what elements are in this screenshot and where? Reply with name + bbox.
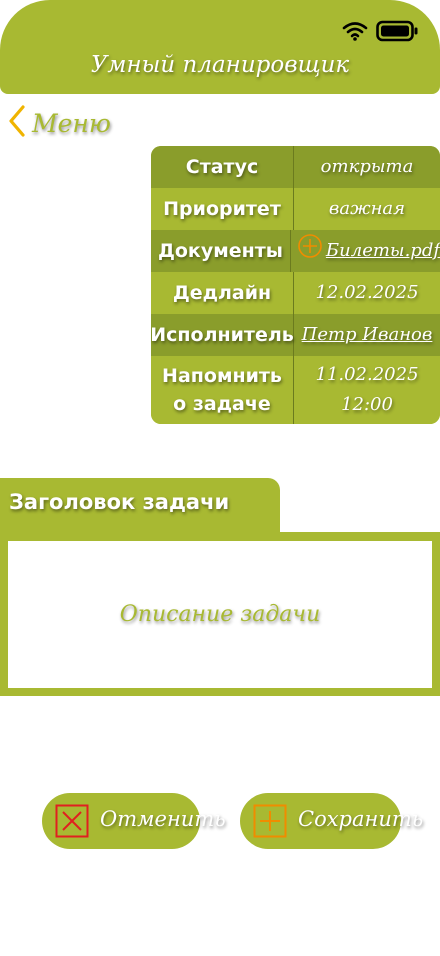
detail-label: Дедлайн — [151, 272, 294, 314]
assignee-link[interactable]: Петр Иванов — [294, 314, 440, 356]
add-document-icon[interactable] — [297, 233, 323, 269]
detail-row-status: Статус открыта — [151, 146, 440, 188]
detail-row-assignee: Исполнитель Петр Иванов — [151, 314, 440, 356]
detail-label: Исполнитель — [151, 314, 294, 356]
detail-label: Документы — [151, 230, 291, 272]
task-description-field[interactable]: Описание задачи — [8, 541, 432, 688]
detail-label: Статус — [151, 146, 294, 188]
reminder-time: 12:00 — [341, 394, 393, 415]
task-description: Описание задачи — [119, 602, 321, 627]
close-icon — [55, 804, 89, 838]
detail-row-deadline: Дедлайн 12.02.2025 — [151, 272, 440, 314]
back-to-menu-link[interactable]: Меню — [6, 104, 111, 142]
detail-row-reminder: Напомнить о задаче 11.02.2025 12:00 — [151, 356, 440, 424]
status-bar — [342, 20, 418, 46]
detail-label: о задаче — [173, 393, 271, 415]
app-title: Умный планировщик — [90, 52, 350, 78]
battery-icon — [376, 20, 418, 46]
task-title[interactable]: Заголовок задачи — [9, 490, 229, 514]
plus-icon — [253, 804, 287, 838]
document-link[interactable]: Билеты.pdf — [326, 236, 440, 266]
save-button[interactable]: Сохранить — [240, 793, 423, 849]
save-label: Сохранить — [298, 807, 424, 831]
cancel-button[interactable]: Отменить — [42, 793, 226, 849]
reminder-date: 11.02.2025 — [315, 364, 419, 385]
app-header: Умный планировщик — [0, 0, 440, 94]
chevron-left-icon — [6, 104, 28, 142]
status-value[interactable]: открыта — [294, 146, 440, 188]
detail-label: Напомнить — [162, 365, 282, 387]
detail-row-priority: Приоритет важная — [151, 188, 440, 230]
detail-row-documents: Документы Билеты.pdf — [151, 230, 440, 272]
task-title-tab: Заголовок задачи — [0, 478, 280, 536]
cancel-label: Отменить — [100, 807, 226, 831]
task-details-table: Статус открыта Приоритет важная Документ… — [151, 146, 440, 424]
back-label: Меню — [32, 108, 111, 138]
priority-value[interactable]: важная — [294, 188, 440, 230]
wifi-icon — [342, 21, 368, 45]
task-description-card: Описание задачи — [0, 532, 440, 696]
detail-label: Приоритет — [151, 188, 294, 230]
deadline-value[interactable]: 12.02.2025 — [294, 272, 440, 314]
reminder-value[interactable]: 11.02.2025 12:00 — [294, 356, 440, 424]
